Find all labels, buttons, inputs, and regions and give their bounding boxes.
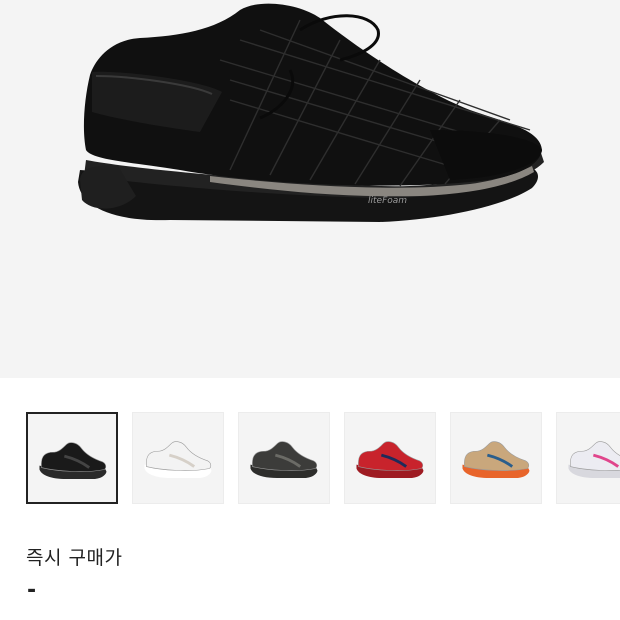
thumbnail-red-sneaker[interactable] bbox=[344, 412, 436, 504]
thumbnail-gallery bbox=[26, 412, 620, 506]
midsole-logo-text: liteFoam bbox=[368, 196, 407, 206]
thumbnail-shoe-icon bbox=[144, 441, 212, 479]
thumbnail-shoe-icon bbox=[250, 441, 318, 479]
thumbnail-shoe-icon bbox=[356, 441, 424, 479]
instant-buy-price-value: - bbox=[27, 578, 37, 603]
thumbnail-white-sneaker[interactable] bbox=[132, 412, 224, 504]
sneaker-illustration: liteFoam bbox=[78, 3, 544, 222]
instant-buy-price-label: 즉시 구매가 bbox=[26, 547, 123, 569]
thumbnail-shoe-icon bbox=[462, 441, 530, 479]
thumbnail-shoe-icon bbox=[39, 442, 107, 480]
product-hero-image: liteFoam bbox=[0, 0, 620, 378]
thumbnail-grey-slip-on-sneaker[interactable] bbox=[238, 412, 330, 504]
thumbnail-orange-beige-sneaker[interactable] bbox=[450, 412, 542, 504]
thumbnail-shoe-icon bbox=[568, 441, 620, 479]
thumbnail-pink-white-sneaker[interactable] bbox=[556, 412, 620, 504]
thumbnail-black-sneaker[interactable] bbox=[26, 412, 118, 504]
